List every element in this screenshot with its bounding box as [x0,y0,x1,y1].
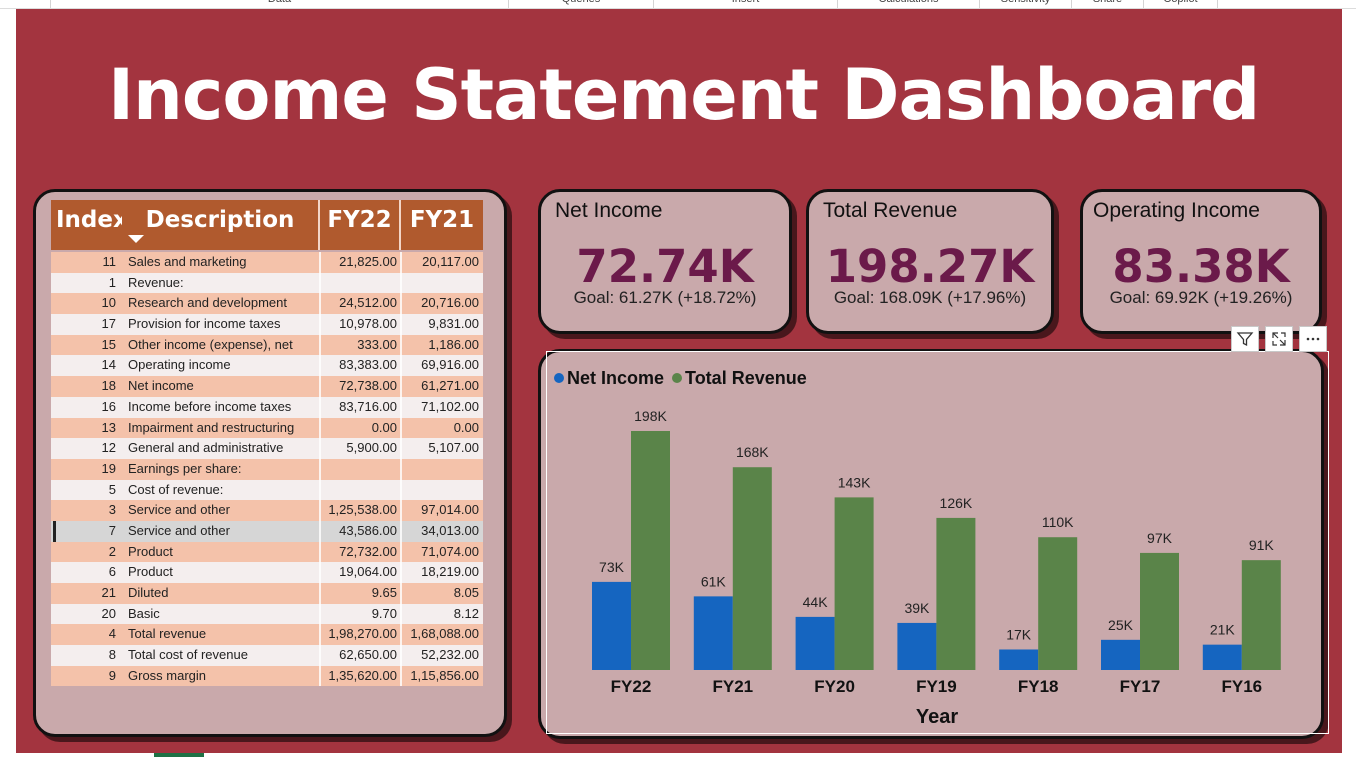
bar-chart: 73K 198K FY22 61K 168K FY21 44K 143K FY20 39K 126K… [592,408,1281,728]
data-label: 110K [1042,514,1074,530]
data-label: 73K [599,559,625,575]
bar-total-revenue-fy18[interactable] [1038,537,1078,670]
data-label: 17K [1006,626,1032,642]
bar-total-revenue-fy21[interactable] [732,467,772,670]
bar-net-income-fy17[interactable] [1101,639,1140,670]
data-label: 61K [701,573,727,589]
data-label: 44K [803,594,829,610]
data-label: 21K [1210,622,1236,638]
bar-net-income-fy20[interactable] [795,616,835,670]
x-tick-label: FY19 [916,677,957,696]
x-tick-label: FY17 [1120,677,1161,696]
bar-total-revenue-fy22[interactable] [631,431,670,670]
bar-total-revenue-fy17[interactable] [1140,552,1179,670]
bar-net-income-fy18[interactable] [999,649,1039,670]
x-tick-label: FY18 [1018,677,1059,696]
data-label: 91K [1249,537,1275,553]
data-label: 143K [838,474,871,490]
data-label: 97K [1147,530,1173,546]
bar-net-income-fy22[interactable] [592,581,631,670]
x-tick-label: FY21 [712,677,753,696]
x-axis-title: Year [916,706,958,728]
bar-total-revenue-fy20[interactable] [834,497,874,670]
bar-net-income-fy21[interactable] [693,596,733,670]
x-tick-label: FY16 [1221,677,1262,696]
data-label: 168K [736,444,769,460]
data-label: 198K [634,408,667,424]
x-tick-label: FY22 [611,677,652,696]
data-label: 25K [1108,617,1134,633]
bar-total-revenue-fy16[interactable] [1241,560,1281,670]
page-tab-indicator [154,753,204,757]
data-label: 126K [940,495,973,511]
bar-net-income-fy19[interactable] [897,622,937,670]
bar-net-income-fy16[interactable] [1202,644,1242,670]
data-label: 39K [904,600,930,616]
x-tick-label: FY20 [814,677,855,696]
bar-total-revenue-fy19[interactable] [936,517,976,670]
